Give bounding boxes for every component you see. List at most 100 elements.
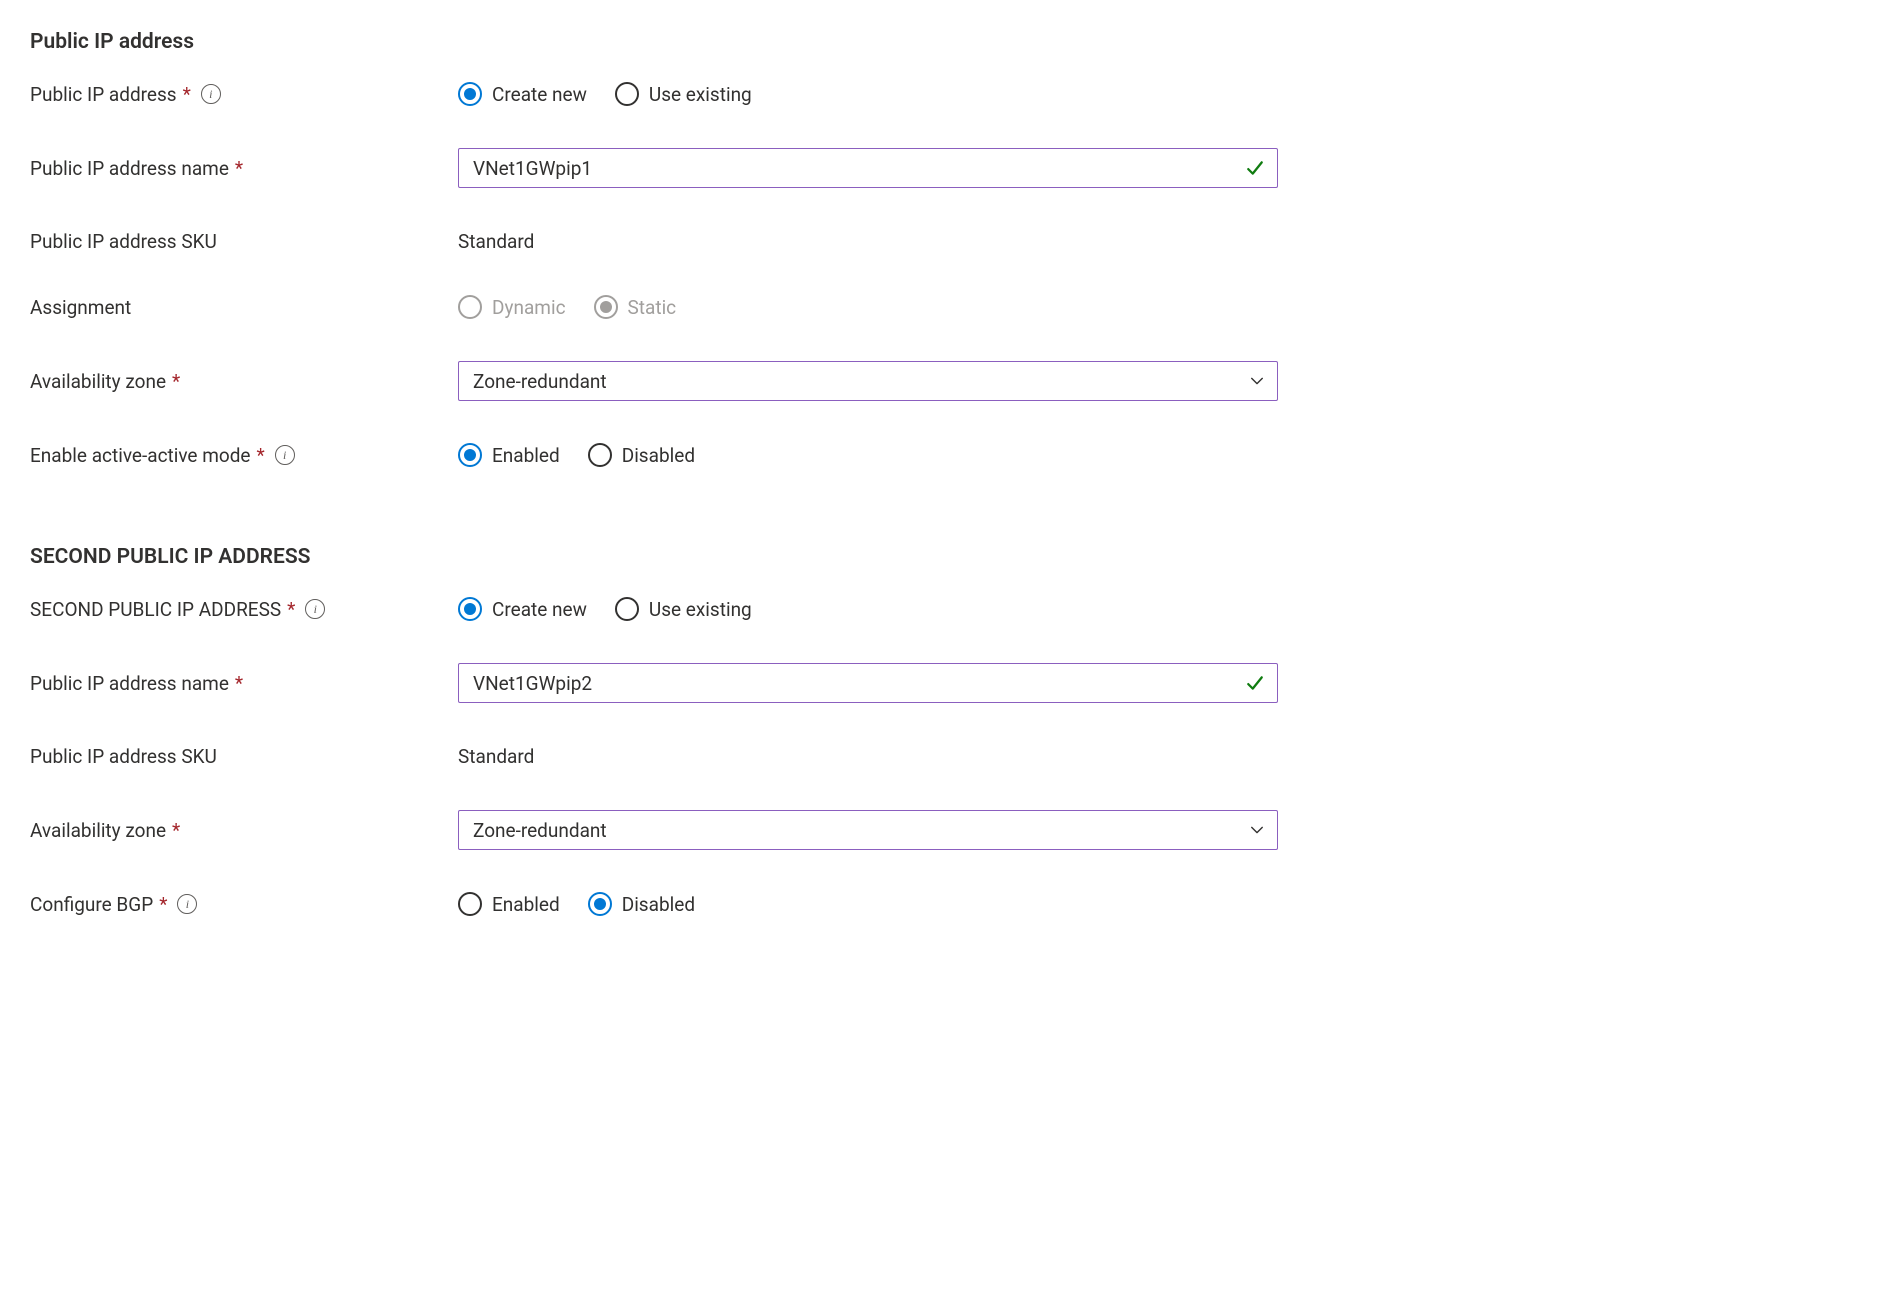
- field-bgp: Enabled Disabled: [458, 892, 1278, 916]
- label-second-public-ip: SECOND PUBLIC IP ADDRESS * i: [30, 598, 458, 621]
- row-availability-zone-2: Availability zone * Zone-redundant: [30, 810, 1899, 850]
- section-divider: [30, 509, 1899, 527]
- row-pip2-sku: Public IP address SKU Standard: [30, 745, 1899, 768]
- radio-static: Static: [594, 295, 677, 319]
- radio-create-new[interactable]: Create new: [458, 82, 587, 106]
- info-icon[interactable]: i: [275, 445, 295, 465]
- required-asterisk: *: [257, 444, 265, 467]
- radio-static-label: Static: [628, 296, 677, 319]
- radio-group-bgp: Enabled Disabled: [458, 892, 695, 916]
- radio-dynamic: Dynamic: [458, 295, 566, 319]
- radio-circle-icon: [458, 892, 482, 916]
- radio-group-active-active: Enabled Disabled: [458, 443, 695, 467]
- required-asterisk: *: [287, 598, 295, 621]
- select-az-2-value: Zone-redundant: [473, 819, 607, 842]
- text-input-wrap: [458, 148, 1278, 188]
- radio-use-existing-2[interactable]: Use existing: [615, 597, 752, 621]
- field-pip-sku: Standard: [458, 230, 1278, 253]
- field-active-active: Enabled Disabled: [458, 443, 1278, 467]
- radio-create-new-2[interactable]: Create new: [458, 597, 587, 621]
- required-asterisk: *: [235, 157, 243, 180]
- required-asterisk: *: [235, 672, 243, 695]
- field-availability-zone-2: Zone-redundant: [458, 810, 1278, 850]
- radio-use-existing-2-label: Use existing: [649, 598, 752, 621]
- radio-enabled[interactable]: Enabled: [458, 443, 560, 467]
- radio-enabled-label: Enabled: [492, 444, 560, 467]
- info-icon[interactable]: i: [305, 599, 325, 619]
- label-second-public-ip-text: SECOND PUBLIC IP ADDRESS: [30, 598, 281, 621]
- radio-group-assignment: Dynamic Static: [458, 295, 676, 319]
- field-assignment: Dynamic Static: [458, 295, 1278, 319]
- section-heading-second-pip: SECOND PUBLIC IP ADDRESS: [30, 545, 1899, 569]
- radio-use-existing[interactable]: Use existing: [615, 82, 752, 106]
- label-pip2-sku: Public IP address SKU: [30, 745, 458, 768]
- required-asterisk: *: [183, 83, 191, 106]
- radio-dynamic-label: Dynamic: [492, 296, 566, 319]
- select-availability-zone-2[interactable]: Zone-redundant: [458, 810, 1278, 850]
- field-pip-name: [458, 148, 1278, 188]
- label-assignment-text: Assignment: [30, 296, 131, 319]
- label-pip-name-text: Public IP address name: [30, 157, 229, 180]
- field-second-public-ip: Create new Use existing: [458, 597, 1278, 621]
- field-public-ip: Create new Use existing: [458, 82, 1278, 106]
- row-public-ip: Public IP address * i Create new Use exi…: [30, 82, 1899, 106]
- radio-circle-icon: [458, 295, 482, 319]
- row-pip-sku: Public IP address SKU Standard: [30, 230, 1899, 253]
- required-asterisk: *: [172, 819, 180, 842]
- radio-create-new-label: Create new: [492, 83, 587, 106]
- required-asterisk: *: [159, 893, 167, 916]
- radio-circle-icon: [588, 443, 612, 467]
- radio-bgp-enabled-label: Enabled: [492, 893, 560, 916]
- radio-circle-icon: [615, 82, 639, 106]
- form-page: Public IP address Public IP address * i …: [0, 0, 1899, 956]
- required-asterisk: *: [172, 370, 180, 393]
- label-pip-sku: Public IP address SKU: [30, 230, 458, 253]
- label-pip2-sku-text: Public IP address SKU: [30, 745, 217, 768]
- label-assignment: Assignment: [30, 296, 458, 319]
- radio-group-second-public-ip: Create new Use existing: [458, 597, 752, 621]
- input-pip2-name[interactable]: [458, 663, 1278, 703]
- select-az-value: Zone-redundant: [473, 370, 607, 393]
- readout-pip-sku: Standard: [458, 230, 534, 253]
- label-az-text: Availability zone: [30, 370, 166, 393]
- radio-bgp-disabled[interactable]: Disabled: [588, 892, 695, 916]
- info-icon[interactable]: i: [201, 84, 221, 104]
- label-public-ip-text: Public IP address: [30, 83, 177, 106]
- field-availability-zone: Zone-redundant: [458, 361, 1278, 401]
- label-az-2-text: Availability zone: [30, 819, 166, 842]
- label-pip-name: Public IP address name *: [30, 157, 458, 180]
- label-bgp-text: Configure BGP: [30, 893, 153, 916]
- row-pip2-name: Public IP address name *: [30, 663, 1899, 703]
- radio-circle-icon: [458, 597, 482, 621]
- radio-bgp-enabled[interactable]: Enabled: [458, 892, 560, 916]
- section-heading-public-ip: Public IP address: [30, 30, 1899, 54]
- text-input-wrap: [458, 663, 1278, 703]
- info-icon[interactable]: i: [177, 894, 197, 914]
- radio-circle-icon: [594, 295, 618, 319]
- radio-disabled-label: Disabled: [622, 444, 695, 467]
- label-active-active: Enable active-active mode * i: [30, 444, 458, 467]
- radio-circle-icon: [458, 443, 482, 467]
- field-pip2-sku: Standard: [458, 745, 1278, 768]
- select-wrap: Zone-redundant: [458, 361, 1278, 401]
- readout-pip2-sku: Standard: [458, 745, 534, 768]
- row-pip-name: Public IP address name *: [30, 148, 1899, 188]
- row-second-public-ip: SECOND PUBLIC IP ADDRESS * i Create new …: [30, 597, 1899, 621]
- row-active-active: Enable active-active mode * i Enabled Di…: [30, 443, 1899, 467]
- radio-circle-icon: [615, 597, 639, 621]
- label-availability-zone-2: Availability zone *: [30, 819, 458, 842]
- label-bgp: Configure BGP * i: [30, 893, 458, 916]
- input-pip-name[interactable]: [458, 148, 1278, 188]
- select-wrap: Zone-redundant: [458, 810, 1278, 850]
- label-pip2-name-text: Public IP address name: [30, 672, 229, 695]
- radio-group-public-ip: Create new Use existing: [458, 82, 752, 106]
- radio-disabled[interactable]: Disabled: [588, 443, 695, 467]
- field-pip2-name: [458, 663, 1278, 703]
- radio-bgp-disabled-label: Disabled: [622, 893, 695, 916]
- select-availability-zone[interactable]: Zone-redundant: [458, 361, 1278, 401]
- label-active-active-text: Enable active-active mode: [30, 444, 251, 467]
- radio-circle-icon: [588, 892, 612, 916]
- label-pip2-name: Public IP address name *: [30, 672, 458, 695]
- label-pip-sku-text: Public IP address SKU: [30, 230, 217, 253]
- row-availability-zone: Availability zone * Zone-redundant: [30, 361, 1899, 401]
